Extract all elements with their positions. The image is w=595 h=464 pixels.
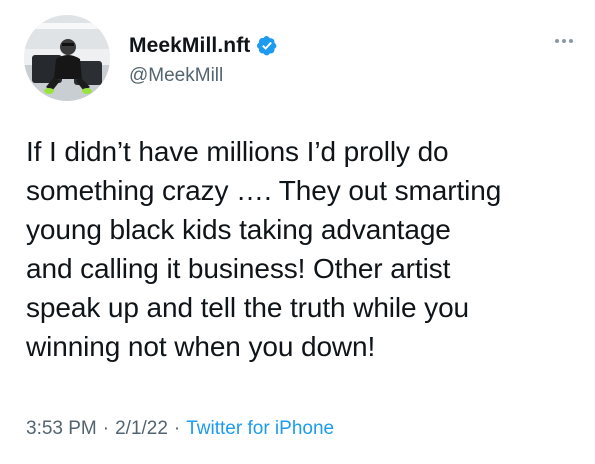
tweet-card: MeekMill.nft @MeekMill If I didn’t have … <box>0 0 595 464</box>
tweet-source-link[interactable]: Twitter for iPhone <box>186 418 334 440</box>
meta-separator: · <box>173 418 181 439</box>
more-dot <box>555 39 559 43</box>
avatar[interactable] <box>24 15 110 101</box>
author-name-row[interactable]: MeekMill.nft <box>129 33 278 59</box>
tweet-date[interactable]: 2/1/22 <box>115 418 168 440</box>
handle[interactable]: @MeekMill <box>129 65 223 87</box>
display-name[interactable]: MeekMill.nft <box>129 34 250 58</box>
verified-badge-icon <box>257 36 277 56</box>
tweet-meta: 3:53 PM · 2/1/22 · Twitter for iPhone <box>26 418 334 440</box>
more-horizontal-icon[interactable] <box>555 36 573 46</box>
tweet-text: If I didn’t have millions I’d prolly do … <box>26 136 502 362</box>
meta-separator: · <box>102 418 110 439</box>
more-dot <box>562 39 566 43</box>
more-dot <box>569 39 573 43</box>
tweet-time[interactable]: 3:53 PM <box>26 418 97 440</box>
avatar-photo <box>24 15 110 101</box>
